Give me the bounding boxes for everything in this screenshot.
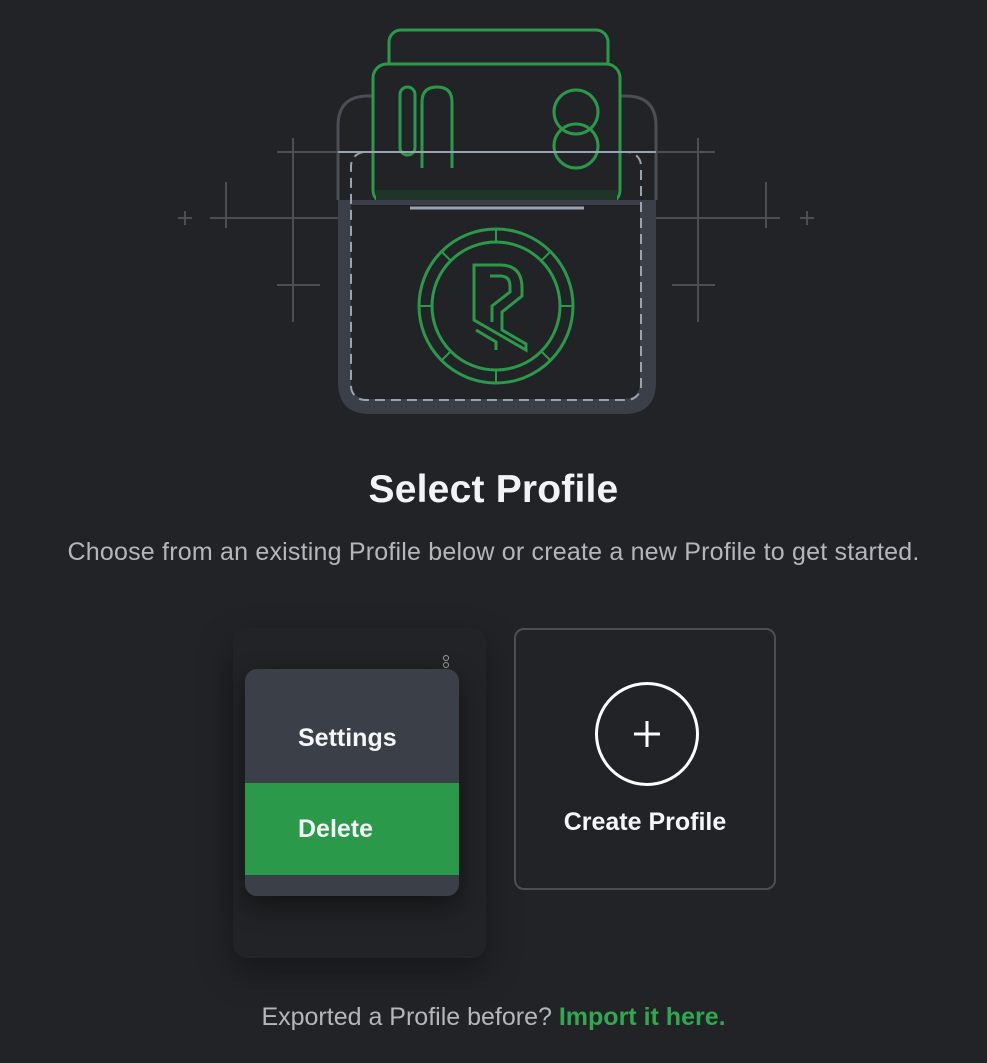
import-prompt-text: Exported a Profile before? xyxy=(261,1003,552,1031)
import-link[interactable]: Import it here. xyxy=(559,1003,726,1031)
menu-item-delete[interactable]: Delete xyxy=(245,783,459,875)
page-subtitle: Choose from an existing Profile below or… xyxy=(67,538,920,566)
menu-item-settings-label: Settings xyxy=(298,723,397,752)
profile-context-menu: Settings Delete xyxy=(245,669,459,896)
page-title: Select Profile xyxy=(368,468,619,511)
plus-icon xyxy=(595,682,699,786)
wallet-pocket-illustration xyxy=(178,28,814,414)
create-profile-label: Create Profile xyxy=(563,808,727,836)
menu-item-delete-label: Delete xyxy=(298,814,374,843)
import-prompt: Exported a Profile before? Import it her… xyxy=(0,1003,987,1032)
menu-item-settings[interactable]: Settings xyxy=(245,692,459,784)
create-profile-button[interactable]: Create Profile xyxy=(514,628,776,890)
